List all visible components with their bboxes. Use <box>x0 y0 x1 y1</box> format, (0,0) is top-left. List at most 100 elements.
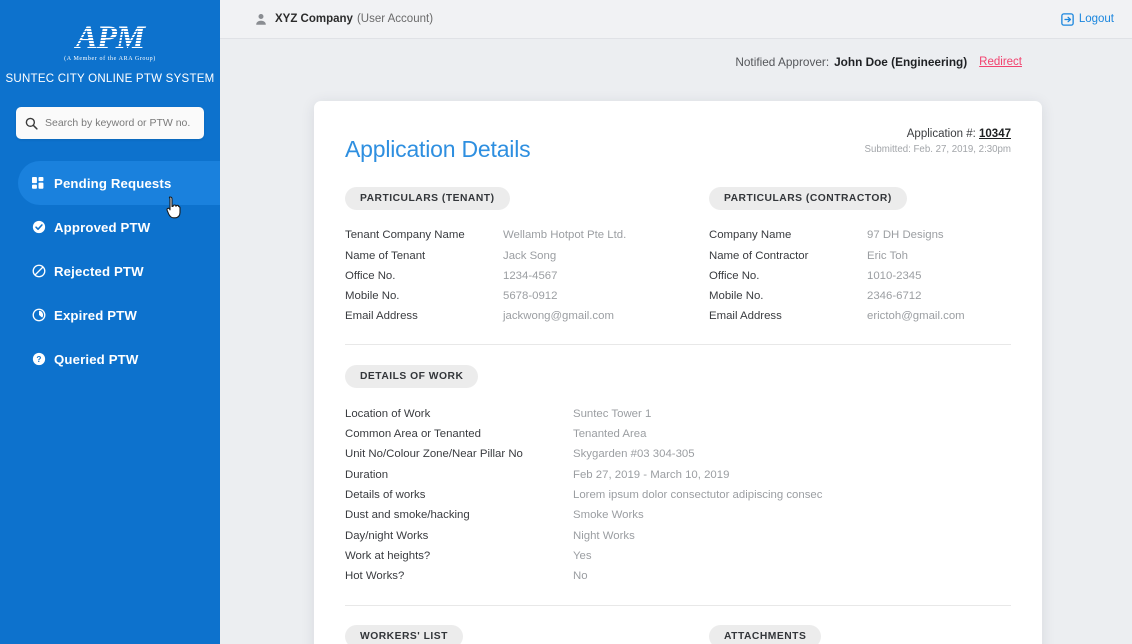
field-value: Jack Song <box>503 249 557 262</box>
search-box[interactable] <box>16 107 204 139</box>
search-icon <box>25 117 38 130</box>
field-key: Details of works <box>345 488 426 501</box>
field-key: Office No. <box>709 269 760 282</box>
field-value: 1234-4567 <box>503 269 558 282</box>
application-details-card: Application Details Application #: 10347… <box>314 101 1042 644</box>
field-key: Company Name <box>709 229 792 242</box>
field-key: Mobile No. <box>709 290 764 303</box>
system-title: SUNTEC CITY ONLINE PTW SYSTEM <box>5 73 215 85</box>
contractor-column: PARTICULARS (CONTRACTOR) Company Name 97… <box>678 187 1011 326</box>
check-circle-icon <box>32 220 54 234</box>
sidebar: APM (A Member of the ARA Group) SUNTEC C… <box>0 0 220 644</box>
field-value: 2346-6712 <box>867 290 922 303</box>
apm-logo-text: APM <box>72 20 147 56</box>
sidebar-item-pending-requests[interactable]: Pending Requests <box>18 161 220 205</box>
field-key: Tenant Company Name <box>345 229 465 242</box>
sidebar-nav: Pending Requests Approved PTW Rejected P… <box>0 161 220 381</box>
field-value: Smoke Works <box>573 509 644 522</box>
workers-list-section: WORKERS' LIST <box>345 625 678 644</box>
bottom-sections: WORKERS' LIST ATTACHMENTS <box>345 625 1011 644</box>
logout-label: Logout <box>1078 13 1114 25</box>
sidebar-item-rejected-ptw[interactable]: Rejected PTW <box>0 249 220 293</box>
tenant-column: PARTICULARS (TENANT) Tenant Company Name… <box>345 187 678 326</box>
logout-button[interactable]: Logout <box>1061 12 1114 26</box>
redirect-link[interactable]: Redirect <box>979 56 1022 68</box>
field-value: Lorem ipsum dolor consectutor adipiscing… <box>573 488 823 501</box>
field-row: Office No. 1010-2345 <box>709 266 1011 286</box>
field-row: Details of works Lorem ipsum dolor conse… <box>345 485 1011 505</box>
application-root: APM (A Member of the ARA Group) SUNTEC C… <box>0 0 1132 644</box>
attachments-section: ATTACHMENTS <box>678 625 1011 644</box>
field-value: Wellamb Hotpot Pte Ltd. <box>503 229 627 242</box>
field-row: Name of Contractor Eric Toh <box>709 246 1011 266</box>
field-row: Hot Works? No <box>345 566 1011 586</box>
ban-circle-icon <box>32 264 54 278</box>
field-row: Tenant Company Name Wellamb Hotpot Pte L… <box>345 225 678 245</box>
field-key: Common Area or Tenanted <box>345 428 481 441</box>
field-key: Email Address <box>345 310 418 323</box>
field-value: Night Works <box>573 529 635 542</box>
grid-icon <box>32 176 54 190</box>
particulars-tenant-pill: PARTICULARS (TENANT) <box>345 187 510 211</box>
application-meta: Application #: 10347 Submitted: Feb. 27,… <box>865 125 1011 155</box>
field-key: Work at heights? <box>345 549 431 562</box>
field-row: Unit No/Colour Zone/Near Pillar No Skyga… <box>345 444 1011 464</box>
svg-text:?: ? <box>36 354 41 364</box>
field-row: Name of Tenant Jack Song <box>345 246 678 266</box>
field-row: Company Name 97 DH Designs <box>709 225 1011 245</box>
application-number-value: 10347 <box>979 128 1011 140</box>
user-account-type: (User Account) <box>356 13 434 25</box>
field-row: Email Address erictoh@gmail.com <box>709 306 1011 326</box>
field-key: Location of Work <box>345 407 431 420</box>
field-row: Duration Feb 27, 2019 - March 10, 2019 <box>345 465 1011 485</box>
sidebar-item-label: Expired PTW <box>54 307 137 323</box>
field-value: jackwong@gmail.com <box>503 310 614 323</box>
page-title: Application Details <box>345 136 531 162</box>
user-account-block[interactable]: XYZ Company (User Account) <box>255 13 433 26</box>
field-value: 1010-2345 <box>867 269 922 282</box>
particulars-columns: PARTICULARS (TENANT) Tenant Company Name… <box>345 187 1011 326</box>
sidebar-item-expired-ptw[interactable]: Expired PTW <box>0 293 220 337</box>
details-of-work-section: DETAILS OF WORK Location of Work Suntec … <box>345 364 1011 587</box>
tenant-fields: Tenant Company Name Wellamb Hotpot Pte L… <box>345 225 678 326</box>
field-key: Day/night Works <box>345 529 429 542</box>
field-row: Office No. 1234-4567 <box>345 266 678 286</box>
details-of-work-fields: Location of Work Suntec Tower 1 Common A… <box>345 404 1011 587</box>
field-value: erictoh@gmail.com <box>867 310 965 323</box>
sidebar-item-label: Approved PTW <box>54 219 151 235</box>
field-key: Dust and smoke/hacking <box>345 509 470 522</box>
top-bar: XYZ Company (User Account) Logout <box>220 0 1132 39</box>
sidebar-item-label: Queried PTW <box>54 351 139 367</box>
field-key: Office No. <box>345 269 396 282</box>
field-value: 97 DH Designs <box>867 229 944 242</box>
question-circle-icon: ? <box>32 352 54 366</box>
search-input[interactable] <box>45 117 195 129</box>
notified-approver-row: Notified Approver: John Doe (Engineering… <box>220 39 1132 85</box>
application-number-label: Application #: <box>906 128 976 140</box>
field-key: Name of Tenant <box>345 249 426 262</box>
field-key: Duration <box>345 468 389 481</box>
sidebar-item-label: Rejected PTW <box>54 263 144 279</box>
field-value: Yes <box>573 549 592 562</box>
section-divider <box>345 605 1011 607</box>
card-header: Application Details Application #: 10347… <box>345 101 1011 162</box>
main-area: XYZ Company (User Account) Logout Notifi… <box>220 0 1132 644</box>
user-icon <box>255 13 267 26</box>
apm-logo-subtitle: (A Member of the ARA Group) <box>64 56 156 62</box>
field-value: Feb 27, 2019 - March 10, 2019 <box>573 468 730 481</box>
field-row: Email Address jackwong@gmail.com <box>345 306 678 326</box>
workers-list-pill: WORKERS' LIST <box>345 625 463 644</box>
field-row: Mobile No. 2346-6712 <box>709 286 1011 306</box>
notified-approver-name: John Doe (Engineering) <box>834 55 968 69</box>
sidebar-item-approved-ptw[interactable]: Approved PTW <box>0 205 220 249</box>
details-of-work-pill: DETAILS OF WORK <box>345 364 479 388</box>
sidebar-item-queried-ptw[interactable]: ? Queried PTW <box>0 337 220 381</box>
field-row: Common Area or Tenanted Tenanted Area <box>345 424 1011 444</box>
field-row: Location of Work Suntec Tower 1 <box>345 404 1011 424</box>
field-value: Suntec Tower 1 <box>573 407 652 420</box>
field-row: Dust and smoke/hacking Smoke Works <box>345 505 1011 525</box>
particulars-contractor-pill: PARTICULARS (CONTRACTOR) <box>709 187 907 211</box>
field-key: Mobile No. <box>345 290 400 303</box>
clock-circle-icon <box>32 308 54 322</box>
section-divider <box>345 343 1011 345</box>
